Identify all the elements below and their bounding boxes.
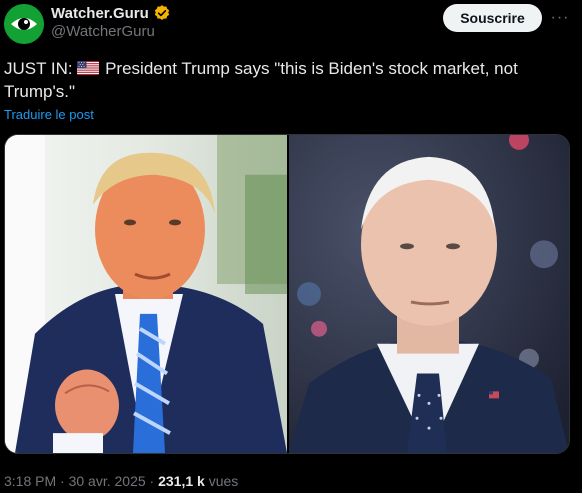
views-count: 231,1 k	[158, 473, 205, 489]
translate-post-link[interactable]: Traduire le post	[4, 107, 94, 122]
post-meta: 3:18 PM · 30 avr. 2025 · 231,1 k vues	[4, 473, 238, 489]
eye-logo-icon	[4, 4, 44, 44]
us-flag-icon	[77, 61, 100, 75]
post-text-prefix: JUST IN:	[4, 59, 78, 78]
meta-separator: ·	[145, 473, 159, 489]
more-options-icon[interactable]: ···	[546, 6, 574, 30]
handle[interactable]: @WatcherGuru	[51, 23, 155, 40]
views-label: vues	[208, 473, 239, 489]
post-text: JUST IN: President Trump says "this is B…	[4, 57, 564, 103]
avatar[interactable]	[4, 4, 44, 44]
display-name[interactable]: Watcher.Guru	[51, 5, 149, 22]
name-row: Watcher.Guru	[51, 3, 171, 23]
post-date[interactable]: 30 avr. 2025	[69, 473, 146, 489]
post-time[interactable]: 3:18 PM	[4, 473, 56, 489]
verified-badge-icon	[153, 4, 171, 22]
post-header: Watcher.Guru @WatcherGuru Souscrire ···	[0, 0, 582, 50]
biden-photo[interactable]	[289, 135, 569, 453]
subscribe-button[interactable]: Souscrire	[443, 4, 542, 32]
trump-photo[interactable]	[5, 135, 287, 453]
media-container[interactable]	[4, 134, 570, 454]
meta-separator: ·	[56, 473, 69, 489]
